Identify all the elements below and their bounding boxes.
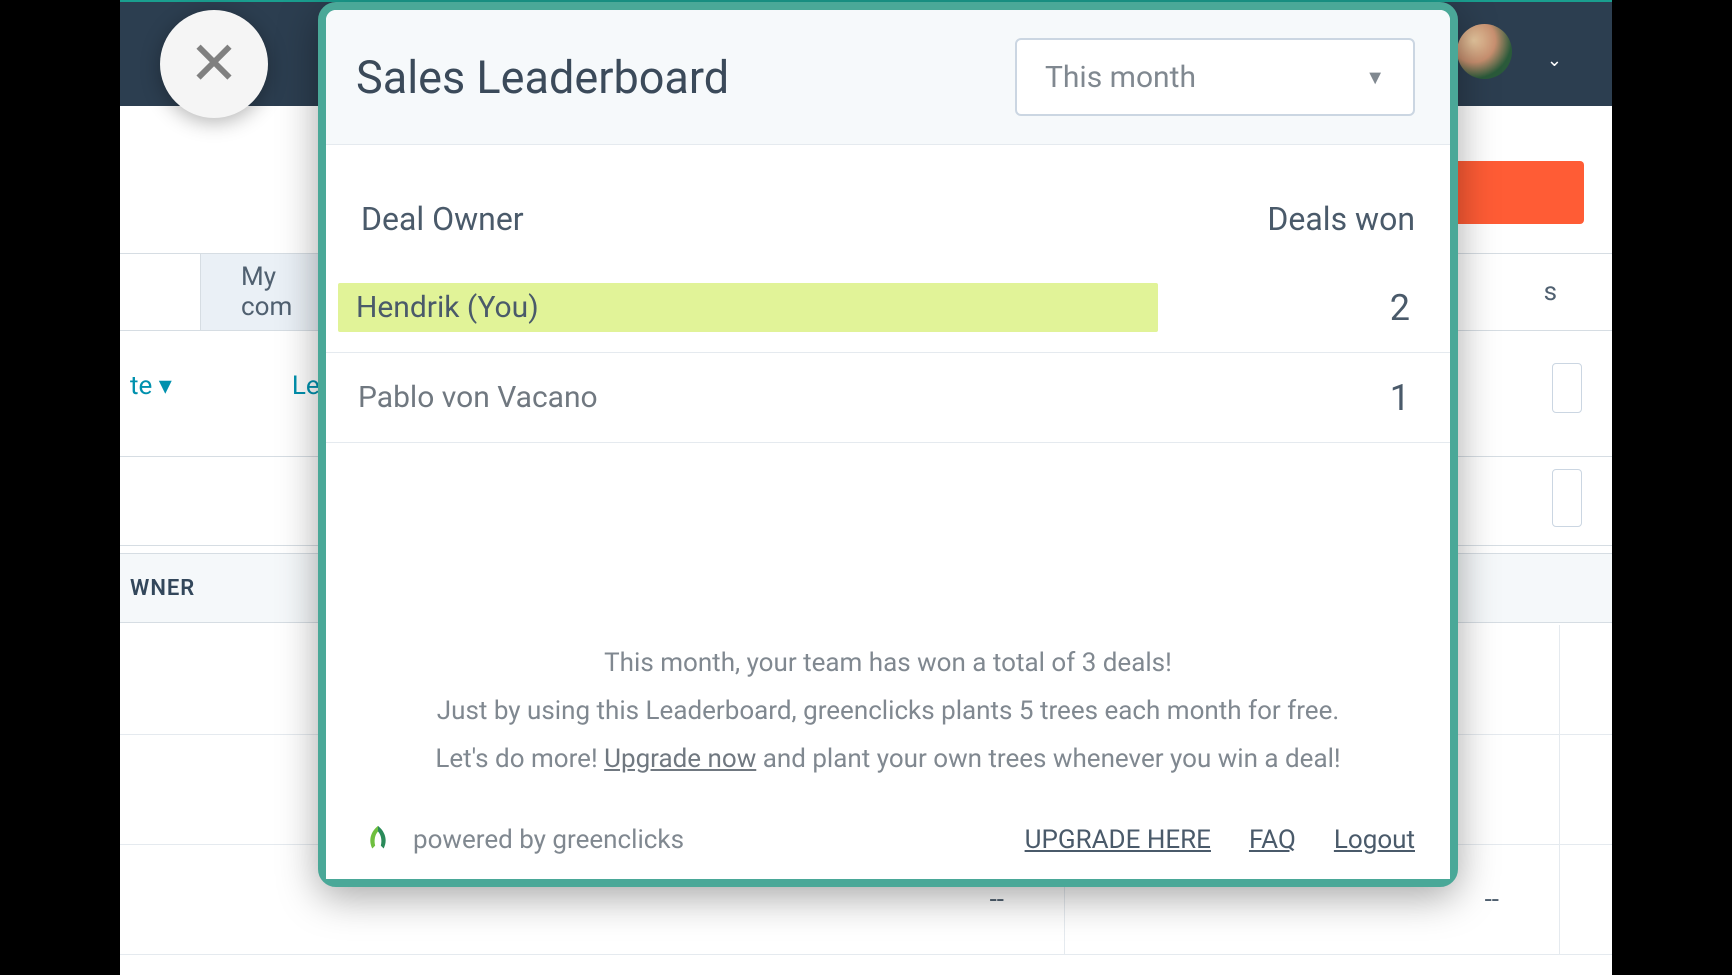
modal-footer: powered by greenclicks UPGRADE HERE FAQ …: [326, 823, 1450, 879]
upgrade-now-link[interactable]: Upgrade now: [604, 744, 756, 774]
dropdown-arrow-icon: ▼: [1365, 65, 1385, 90]
leaderboard-modal: Sales Leaderboard This month ▼ Deal Owne…: [318, 2, 1458, 887]
leaderboard-row: Hendrik (You) 2: [326, 263, 1450, 353]
message-line-3: Let's do more! Upgrade now and plant you…: [356, 735, 1420, 783]
period-select[interactable]: This month ▼: [1015, 38, 1415, 116]
leaf-icon: [361, 823, 395, 857]
powered-by-text: powered by greenclicks: [413, 825, 684, 855]
promo-message: This month, your team has won a total of…: [326, 639, 1450, 823]
modal-title: Sales Leaderboard: [356, 51, 729, 104]
faq-link[interactable]: FAQ: [1249, 825, 1296, 855]
modal-overlay: ✕ Sales Leaderboard This month ▼ Deal Ow…: [0, 0, 1732, 974]
close-button[interactable]: ✕: [160, 10, 268, 118]
deals-count: 1: [1390, 377, 1415, 419]
modal-body: Deal Owner Deals won Hendrik (You) 2 Pab…: [326, 145, 1450, 879]
logout-link[interactable]: Logout: [1334, 825, 1415, 855]
close-icon: ✕: [189, 34, 239, 94]
modal-header: Sales Leaderboard This month ▼: [326, 10, 1450, 145]
upgrade-here-link[interactable]: UPGRADE HERE: [1025, 825, 1211, 855]
message-line-1: This month, your team has won a total of…: [356, 639, 1420, 687]
leaderboard-row: Pablo von Vacano 1: [326, 353, 1450, 443]
message-line-2: Just by using this Leaderboard, greencli…: [356, 687, 1420, 735]
owner-name-highlighted: Hendrik (You): [338, 283, 1158, 332]
column-deals-won: Deals won: [1267, 200, 1415, 238]
column-headers: Deal Owner Deals won: [326, 145, 1450, 263]
period-label: This month: [1045, 60, 1196, 95]
deals-count: 2: [1390, 287, 1415, 329]
column-deal-owner: Deal Owner: [361, 200, 524, 238]
owner-name: Pablo von Vacano: [338, 380, 598, 415]
